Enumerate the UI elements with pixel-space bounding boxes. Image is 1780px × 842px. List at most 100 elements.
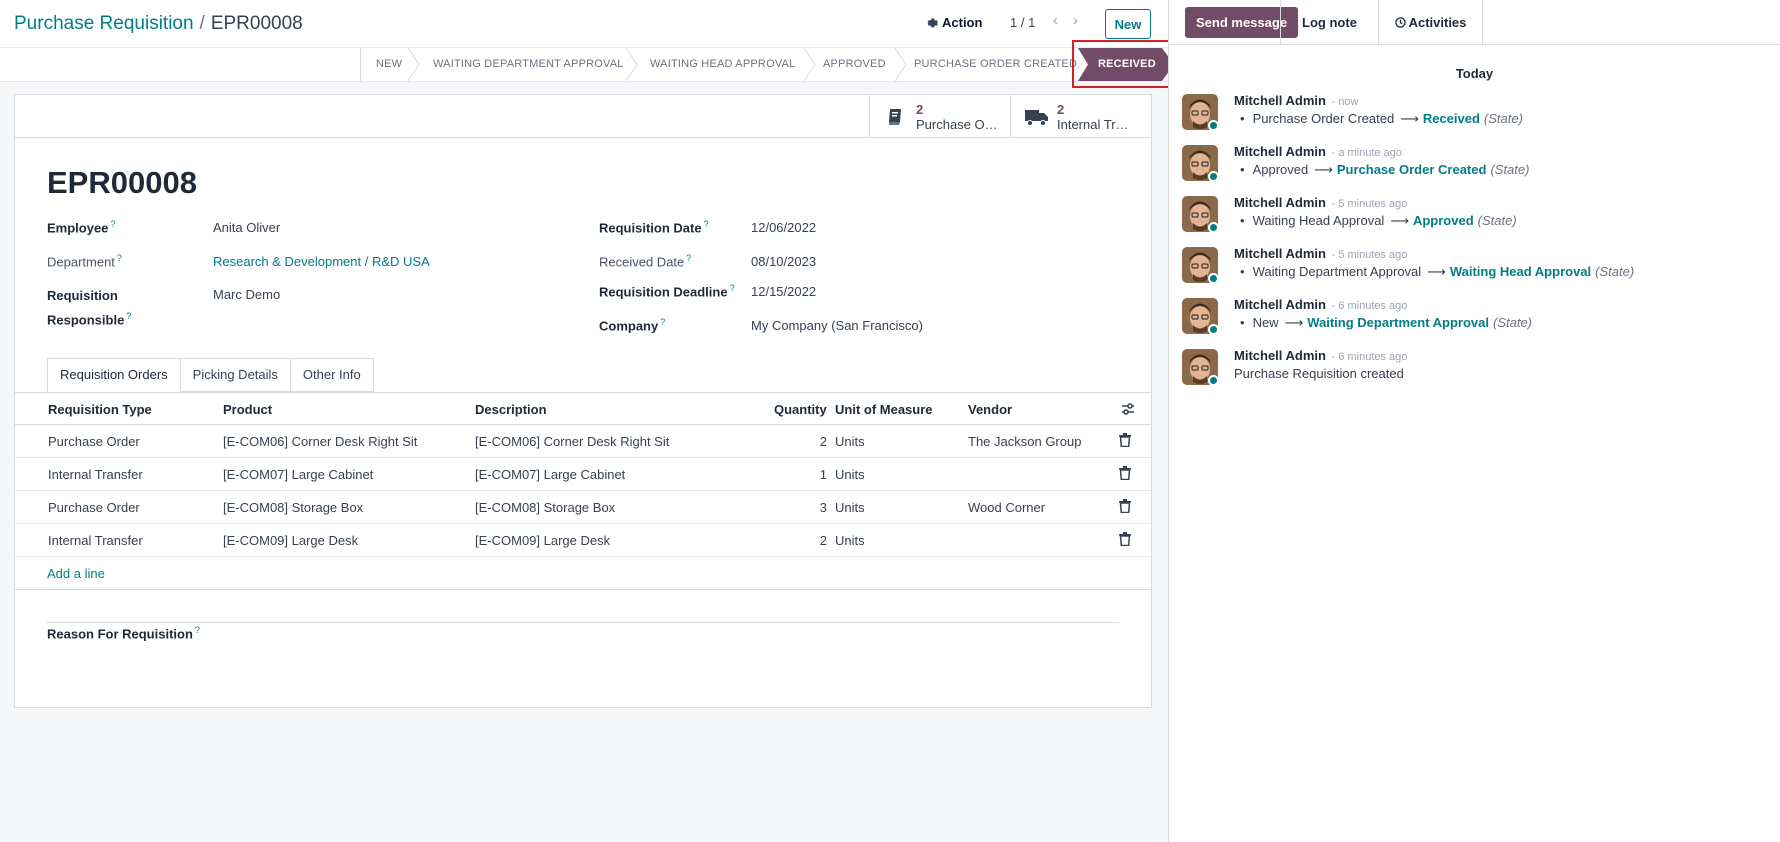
trash-icon[interactable] xyxy=(1119,499,1131,513)
message-body: Purchase Requisition created xyxy=(1234,366,1404,381)
requisition-deadline-field[interactable]: 12/15/2022 xyxy=(751,284,816,299)
new-value: Waiting Head Approval xyxy=(1449,264,1592,279)
internal-transfers-smart-button[interactable]: 2 Internal Tr… xyxy=(1010,95,1151,138)
table-row[interactable]: Purchase Order [E-COM08] Storage Box [E-… xyxy=(15,491,1151,524)
table-row[interactable]: Purchase Order [E-COM06] Corner Desk Rig… xyxy=(15,425,1151,458)
help-icon[interactable]: ? xyxy=(195,625,200,635)
trash-icon[interactable] xyxy=(1119,532,1131,546)
requisition-date-label: Requisition Date? xyxy=(599,219,709,235)
purchase-orders-count: 2 xyxy=(916,102,924,117)
column-requisition-type[interactable]: Requisition Type xyxy=(48,402,152,417)
message-author[interactable]: Mitchell Admin - a minute ago xyxy=(1234,144,1402,159)
table-row[interactable]: Internal Transfer [E-COM07] Large Cabine… xyxy=(15,458,1151,491)
requisition-date-field[interactable]: 12/06/2022 xyxy=(751,220,816,235)
cell-requisition-type: Internal Transfer xyxy=(48,467,143,482)
action-label: Action xyxy=(942,15,983,30)
tracking-value: • Waiting Head Approval ⟶ Approved (State) xyxy=(1240,213,1517,229)
help-icon[interactable]: ? xyxy=(686,253,691,263)
column-unit-of-measure[interactable]: Unit of Measure xyxy=(835,402,933,417)
arrow-right-icon: ⟶ xyxy=(1400,111,1419,126)
status-chevron-icon xyxy=(408,48,420,81)
optional-columns-toggle-icon[interactable] xyxy=(1121,402,1135,416)
arrow-right-icon: ⟶ xyxy=(1314,162,1333,177)
cell-quantity: 2 xyxy=(819,533,827,548)
department-field[interactable]: Research & Development / R&D USA xyxy=(213,254,430,269)
status-step-purchase-order-created[interactable]: PURCHASE ORDER CREATED xyxy=(914,48,1077,81)
cell-vendor: Wood Corner xyxy=(968,500,1046,515)
column-description[interactable]: Description xyxy=(475,402,547,417)
cell-description: [E-COM08] Storage Box xyxy=(475,500,616,515)
book-icon xyxy=(889,109,901,125)
employee-label: Employee? xyxy=(47,219,115,235)
message-time: - 5 minutes ago xyxy=(1331,249,1408,261)
order-lines-header: Requisition Type Product Description Qua… xyxy=(15,393,1151,425)
company-label-text: Company xyxy=(599,318,659,334)
tab-picking-details[interactable]: Picking Details xyxy=(179,358,291,392)
message-author[interactable]: Mitchell Admin - 6 minutes ago xyxy=(1234,297,1407,312)
employee-field[interactable]: Anita Oliver xyxy=(213,220,280,235)
add-line-link[interactable]: Add a line xyxy=(47,566,105,581)
author-name: Mitchell Admin xyxy=(1234,348,1326,363)
tab-other-info[interactable]: Other Info xyxy=(289,358,374,392)
message-author[interactable]: Mitchell Admin - 5 minutes ago xyxy=(1234,246,1407,261)
help-icon[interactable]: ? xyxy=(660,317,665,327)
status-step-waiting-department-approval[interactable]: WAITING DEPARTMENT APPROVAL xyxy=(433,48,624,81)
message-author[interactable]: Mitchell Admin - 5 minutes ago xyxy=(1234,195,1407,210)
received-date-label: Received Date? xyxy=(599,253,691,269)
status-step-waiting-head-approval[interactable]: WAITING HEAD APPROVAL xyxy=(650,48,795,81)
breadcrumb-parent-link[interactable]: Purchase Requisition xyxy=(14,13,194,34)
help-icon[interactable]: ? xyxy=(117,253,122,263)
active-status-highlight xyxy=(1072,40,1173,88)
notebook-tabs: Requisition Orders Picking Details Other… xyxy=(47,358,374,392)
responsible-label-line-1: Requisition xyxy=(47,288,118,303)
new-record-button[interactable]: New xyxy=(1105,9,1151,39)
new-value: Received xyxy=(1422,111,1480,126)
cell-product: [E-COM07] Large Cabinet xyxy=(223,467,374,482)
help-icon[interactable]: ? xyxy=(110,219,115,229)
trash-icon[interactable] xyxy=(1119,433,1131,447)
chatter-message: Mitchell Admin - 5 minutes ago • Waiting … xyxy=(1182,244,1772,288)
new-value: Purchase Order Created xyxy=(1336,162,1487,177)
message-time: - 6 minutes ago xyxy=(1331,300,1408,312)
action-menu-button[interactable]: Action xyxy=(926,15,982,30)
bullet-icon: • xyxy=(1240,315,1245,330)
cell-uom: Units xyxy=(835,533,865,548)
table-row[interactable]: Internal Transfer [E-COM09] Large Desk [… xyxy=(15,524,1151,557)
cell-quantity: 2 xyxy=(819,434,827,449)
pager-next-icon[interactable]: › xyxy=(1073,12,1078,29)
new-value: Waiting Department Approval xyxy=(1307,315,1489,330)
pager-previous-icon[interactable]: ‹ xyxy=(1053,12,1058,29)
truck-icon xyxy=(1025,110,1048,126)
chatter-message: Mitchell Admin - 6 minutes ago • New ⟶ Wait… xyxy=(1182,295,1772,339)
old-value: Approved xyxy=(1252,162,1309,177)
status-step-new[interactable]: NEW xyxy=(376,48,402,81)
cell-quantity: 1 xyxy=(819,467,827,482)
purchase-orders-label: Purchase O… xyxy=(916,117,998,132)
message-author[interactable]: Mitchell Admin - now xyxy=(1234,93,1359,108)
log-note-button[interactable]: Log note xyxy=(1280,0,1379,45)
pager-value[interactable]: 1 / 1 xyxy=(1010,15,1035,30)
tracking-value: • Waiting Department Approval ⟶ Waiting Hea… xyxy=(1240,264,1634,280)
help-icon[interactable]: ? xyxy=(730,283,735,293)
message-author[interactable]: Mitchell Admin - 6 minutes ago xyxy=(1234,348,1407,363)
column-product[interactable]: Product xyxy=(223,402,272,417)
help-icon[interactable]: ? xyxy=(126,311,131,321)
help-icon[interactable]: ? xyxy=(704,219,709,229)
message-time: - 5 minutes ago xyxy=(1331,198,1408,210)
breadcrumb-separator: / xyxy=(199,13,205,34)
tracked-field: (State) xyxy=(1490,162,1530,177)
company-field[interactable]: My Company (San Francisco) xyxy=(751,318,923,333)
tracking-value: • Purchase Order Created ⟶ Received (State) xyxy=(1240,111,1523,127)
trash-icon[interactable] xyxy=(1119,466,1131,480)
column-quantity[interactable]: Quantity xyxy=(774,402,827,417)
status-step-approved[interactable]: APPROVED xyxy=(823,48,886,81)
activities-button[interactable]: Activities xyxy=(1379,0,1483,45)
cell-product: [E-COM06] Corner Desk Right Sit xyxy=(223,434,418,449)
tab-requisition-orders[interactable]: Requisition Orders xyxy=(47,358,181,392)
received-date-field[interactable]: 08/10/2023 xyxy=(751,254,816,269)
purchase-orders-smart-button[interactable]: 2 Purchase O… xyxy=(869,95,1010,138)
requisition-date-label-text: Requisition Date xyxy=(599,220,702,236)
requisition-responsible-field[interactable]: Marc Demo xyxy=(213,287,280,302)
arrow-right-icon: ⟶ xyxy=(1427,264,1446,279)
column-vendor[interactable]: Vendor xyxy=(968,402,1012,417)
